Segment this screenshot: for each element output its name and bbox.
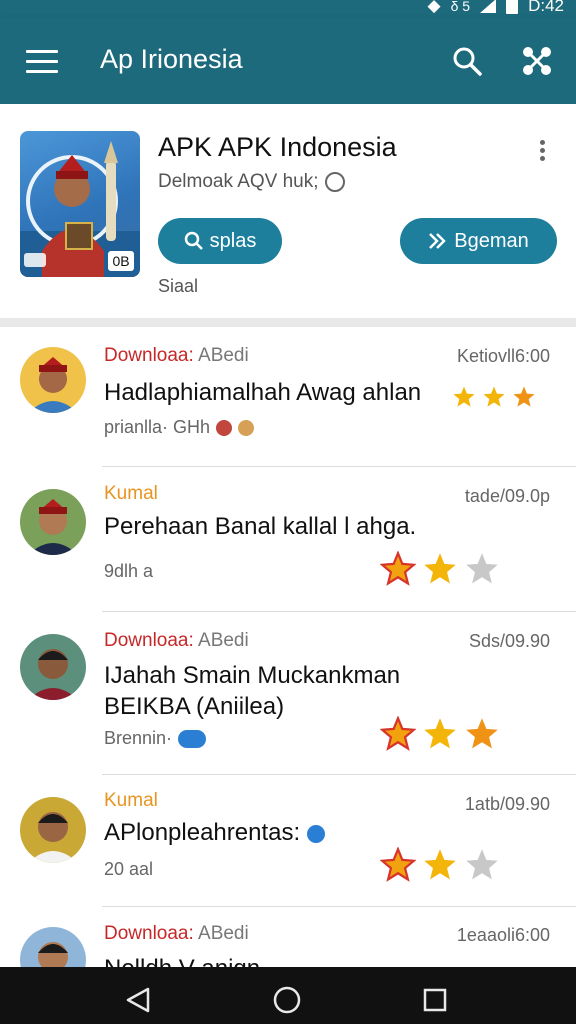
item-meta: prianlla· GHh — [104, 417, 255, 438]
star-filled-icon — [424, 849, 456, 880]
primary-action-label: splas — [209, 229, 257, 252]
app-name: APK APK Indonesia — [158, 132, 397, 162]
rating-stars — [380, 847, 500, 883]
forward-icon — [429, 233, 447, 249]
item-category-label: Kumal — [104, 790, 158, 811]
sim-indicator: δ 5 — [450, 0, 471, 14]
back-icon[interactable] — [126, 987, 150, 1013]
verified-icon — [306, 824, 325, 843]
emoji-icon — [324, 172, 345, 192]
star-filled-icon — [453, 386, 475, 407]
item-category-label: Kumal — [104, 483, 158, 504]
app-subtitle: Delmoak AQV huk; — [158, 171, 345, 193]
reaction-icon — [238, 419, 255, 436]
item-time: Sds/09.90 — [468, 631, 550, 651]
item-time: 1eaaoli6:00 — [456, 925, 550, 945]
item-title[interactable]: Nelldh V anign — [104, 953, 260, 967]
star-filled-icon — [380, 847, 416, 882]
item-title[interactable]: Hadlaphiamalhah Awag ahlan — [104, 377, 421, 408]
star-filled-icon — [424, 553, 456, 584]
star-filled-icon — [466, 718, 498, 749]
item-meta-text: 20 aal — [104, 859, 154, 879]
feed-item[interactable]: Kumal tade/09.0p Perehaan Banal kallal l… — [0, 467, 576, 612]
feed-item[interactable]: Downloaa: ABedi Ketiovll6:00 Hadlaphiama… — [0, 327, 576, 467]
item-source: ABedi — [198, 345, 249, 366]
item-source: ABedi — [198, 923, 249, 944]
share-icon[interactable] — [522, 46, 552, 76]
avatar[interactable] — [20, 489, 86, 555]
item-category: Downloaa: ABedi — [104, 345, 249, 367]
star-empty-icon — [466, 553, 498, 584]
item-meta-text: prianlla· GHh — [104, 417, 211, 437]
avatar[interactable] — [20, 797, 86, 863]
home-icon[interactable] — [273, 986, 301, 1014]
app-header-card: 0B APK APK Indonesia Delmoak AQV huk; sp… — [0, 104, 576, 318]
avatar[interactable] — [20, 347, 86, 413]
item-time: Ketiovll6:00 — [456, 346, 550, 366]
star-filled-icon — [380, 551, 416, 586]
item-meta-text: 9dlh a — [104, 561, 154, 581]
item-meta: 9dlh a — [104, 561, 153, 582]
item-title[interactable]: IJahah Smain Muckankman BEIKBA (Aniilea) — [104, 660, 400, 722]
status-bar: ◆ δ 5 D:42 — [0, 0, 576, 18]
item-title-line: BEIKBA (Aniilea) — [104, 693, 285, 720]
news-feed[interactable]: Downloaa: ABedi Ketiovll6:00 Hadlaphiama… — [0, 327, 576, 967]
item-title-text: APlonpleahrentas: — [104, 819, 301, 846]
rating-stars — [452, 385, 536, 409]
search-small-icon — [184, 231, 203, 250]
image-badge: 0B — [112, 253, 129, 269]
feed-item[interactable]: Downloaa: ABedi Sds/09.90 IJahah Smain M… — [0, 612, 576, 775]
avatar[interactable] — [20, 927, 86, 967]
app-image[interactable]: 0B — [20, 131, 140, 277]
item-time: tade/09.0p — [464, 486, 550, 506]
item-category-label: Downloaa: — [104, 923, 194, 944]
system-nav-bar — [0, 967, 576, 1024]
item-time: 1atb/09.90 — [464, 794, 550, 814]
item-category: Kumal — [104, 483, 158, 505]
item-meta-text: Brennin· — [104, 728, 173, 748]
rating-stars — [380, 551, 500, 587]
vibrate-icon: ◆ — [427, 0, 441, 15]
more-options-icon[interactable] — [540, 140, 548, 164]
avatar[interactable] — [20, 634, 86, 700]
item-meta: 20 aal — [104, 859, 153, 880]
item-category: Kumal — [104, 790, 158, 812]
menu-icon[interactable] — [26, 50, 58, 73]
item-title-line: IJahah Smain Muckankman — [104, 662, 401, 689]
item-meta: Brennin· — [104, 728, 207, 749]
secondary-action-button[interactable]: Bgeman — [400, 218, 557, 264]
item-category: Downloaa: ABedi — [104, 630, 249, 652]
item-category: Downloaa: ABedi — [104, 923, 249, 945]
primary-action-button[interactable]: splas — [158, 218, 282, 264]
item-title[interactable]: APlonpleahrentas: — [104, 817, 325, 848]
reaction-icon — [216, 419, 233, 436]
item-title[interactable]: Perehaan Banal kallal l ahga. — [104, 511, 416, 542]
star-filled-icon — [380, 716, 416, 751]
feed-item[interactable]: Kumal 1atb/09.90 APlonpleahrentas: 20 aa… — [0, 775, 576, 907]
section-divider — [0, 318, 576, 327]
star-empty-icon — [466, 849, 498, 880]
app-bar: Ap Irionesia — [0, 18, 576, 104]
item-category-label: Downloaa: — [104, 630, 194, 651]
battery-icon — [506, 0, 519, 14]
header-label: Siaal — [158, 276, 199, 296]
feed-item[interactable]: Downloaa: ABedi 1eaaoli6:00 Nelldh V ani… — [0, 907, 576, 967]
rating-stars — [380, 716, 500, 752]
item-category-label: Downloaa: — [104, 345, 194, 366]
secondary-action-label: Bgeman — [454, 229, 529, 252]
search-icon[interactable] — [452, 46, 482, 76]
star-filled-icon — [513, 386, 535, 407]
signal-icon — [480, 0, 497, 13]
app-title: Ap Irionesia — [100, 44, 243, 74]
star-filled-icon — [424, 718, 456, 749]
star-filled-icon — [483, 386, 505, 407]
status-time: D:42 — [528, 0, 564, 15]
app-subtitle-text: Delmoak AQV huk; — [158, 171, 319, 192]
recents-icon[interactable] — [423, 988, 447, 1012]
reaction-icon — [178, 729, 207, 748]
item-source: ABedi — [198, 630, 249, 651]
